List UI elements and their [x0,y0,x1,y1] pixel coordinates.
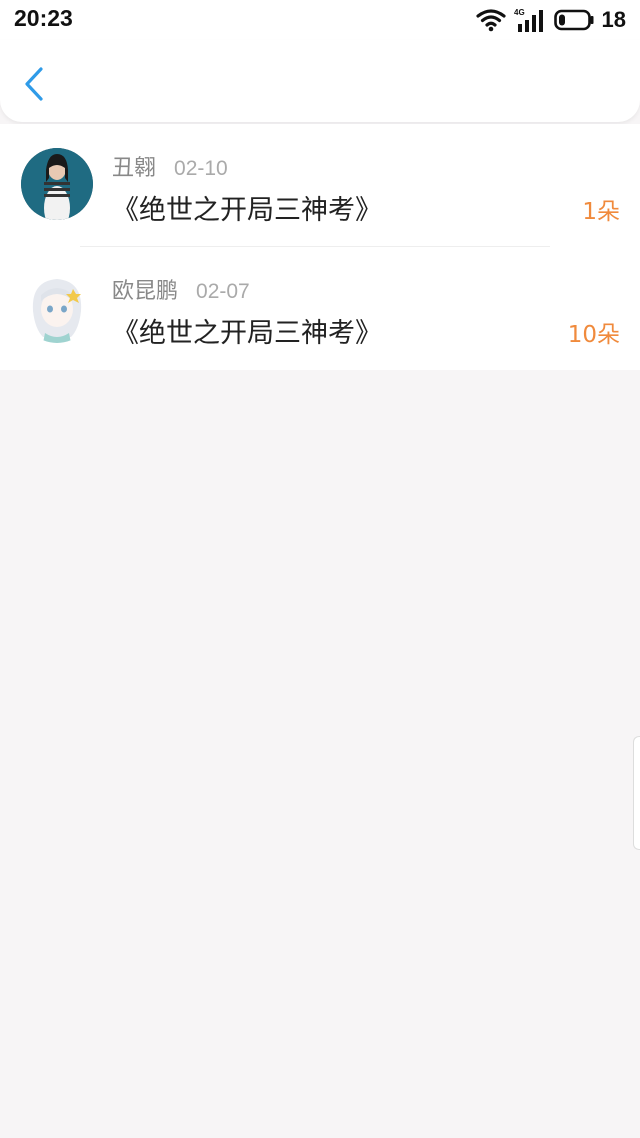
cellular-signal-icon: 4G [514,7,546,33]
gift-amount: 1朵 [582,199,620,225]
gift-amount: 10朵 [567,322,620,348]
record-date: 02-10 [174,157,228,180]
battery-level: 18 [601,7,626,32]
user-name: 欧昆鹏 [112,279,179,304]
chevron-left-icon [25,67,43,101]
wifi-icon [475,8,506,32]
battery-icon [553,9,594,31]
status-time: 20:23 [14,5,73,31]
status-bar: 20:23 4G 18 [0,0,640,40]
scroll-handle[interactable] [633,736,640,850]
top-nav-bar [0,40,640,122]
avatar[interactable] [21,148,93,220]
record-date: 02-07 [196,280,250,303]
gift-record-list: 丑翱 02-10 《绝世之开局三神考》 1朵 欧昆鹏 02-07 《绝世之开局三… [0,124,640,370]
back-button[interactable] [14,64,54,104]
avatar[interactable] [21,271,93,343]
record-meta: 丑翱 02-10 [112,150,228,182]
book-title: 《绝世之开局三神考》 [112,195,382,226]
status-icons: 4G 18 [475,6,626,34]
record-meta: 欧昆鹏 02-07 [112,273,250,305]
list-item[interactable]: 欧昆鹏 02-07 《绝世之开局三神考》 10朵 [0,247,640,370]
book-title: 《绝世之开局三神考》 [112,318,382,349]
network-type-label: 4G [514,8,525,17]
list-item[interactable]: 丑翱 02-10 《绝世之开局三神考》 1朵 [0,124,640,247]
user-name: 丑翱 [112,156,157,181]
